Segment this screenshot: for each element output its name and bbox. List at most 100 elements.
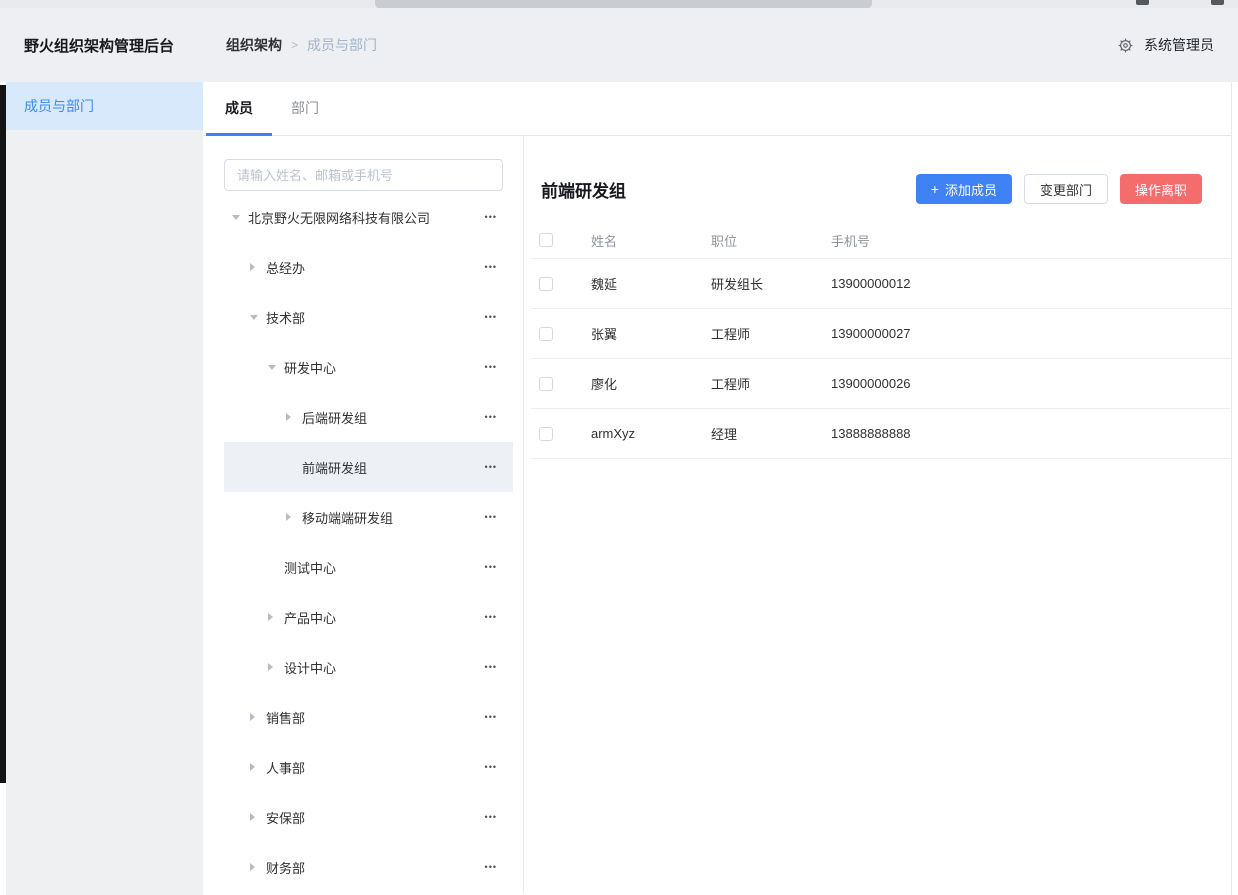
more-actions-icon[interactable]: ••• — [485, 212, 497, 222]
sidebar-item-members-departments[interactable]: 成员与部门 — [6, 82, 203, 130]
plus-icon: + — [931, 181, 939, 197]
cell-phone: 13888888888 — [831, 426, 1231, 441]
cell-title: 研发组长 — [711, 274, 831, 293]
more-actions-icon[interactable]: ••• — [485, 362, 497, 372]
row-checkbox[interactable] — [539, 377, 553, 391]
tree-node[interactable]: 后端研发组••• — [224, 392, 513, 442]
current-user-name[interactable]: 系统管理员 — [1144, 35, 1214, 55]
tree-node-label: 总经办 — [266, 258, 513, 277]
caret-right-icon[interactable] — [268, 613, 284, 621]
tree-node[interactable]: 产品中心••• — [224, 592, 513, 642]
more-actions-icon[interactable]: ••• — [485, 412, 497, 422]
tree-node[interactable]: 人事部••• — [224, 742, 513, 792]
dept-tree: 北京野火无限网络科技有限公司•••总经办•••技术部•••研发中心•••后端研发… — [224, 192, 513, 892]
more-actions-icon[interactable]: ••• — [485, 562, 497, 572]
caret-right-icon[interactable] — [250, 763, 266, 771]
tab-departments-label: 部门 — [291, 98, 319, 118]
cell-name: 魏延 — [591, 274, 711, 293]
tab-departments[interactable]: 部门 — [272, 82, 338, 136]
caret-right-icon[interactable] — [250, 813, 266, 821]
tree-node-label: 人事部 — [266, 758, 513, 777]
member-panel-header: 前端研发组 + 添加成员 变更部门 操作离职 — [524, 174, 1231, 204]
add-member-label: 添加成员 — [945, 180, 997, 199]
tree-node[interactable]: 总经办••• — [224, 242, 513, 292]
tree-node-label: 安保部 — [266, 808, 513, 827]
cell-title: 工程师 — [711, 374, 831, 393]
tree-node[interactable]: 销售部••• — [224, 692, 513, 742]
row-checkbox[interactable] — [539, 277, 553, 291]
tab-members[interactable]: 成员 — [206, 82, 272, 136]
more-actions-icon[interactable]: ••• — [485, 712, 497, 722]
caret-right-icon[interactable] — [286, 513, 302, 521]
search-input[interactable] — [224, 159, 503, 191]
more-actions-icon[interactable]: ••• — [485, 862, 497, 872]
row-checkbox[interactable] — [539, 327, 553, 341]
caret-right-icon[interactable] — [250, 713, 266, 721]
select-all-checkbox[interactable] — [539, 233, 553, 247]
caret-right-icon[interactable] — [268, 663, 284, 671]
caret-right-icon[interactable] — [286, 413, 302, 421]
browser-toolbar-icon[interactable] — [1211, 0, 1224, 5]
cell-phone: 13900000026 — [831, 376, 1231, 391]
tree-node-label: 移动端端研发组 — [302, 508, 513, 527]
cell-name: 廖化 — [591, 374, 711, 393]
more-actions-icon[interactable]: ••• — [485, 512, 497, 522]
more-actions-icon[interactable]: ••• — [485, 812, 497, 822]
gear-icon[interactable] — [1118, 38, 1133, 53]
app-header: 野火组织架构管理后台 组织架构 > 成员与部门 — [0, 8, 1238, 82]
caret-right-icon[interactable] — [250, 263, 266, 271]
action-buttons: + 添加成员 变更部门 操作离职 — [916, 174, 1202, 204]
tree-node[interactable]: 北京野火无限网络科技有限公司••• — [224, 192, 513, 242]
row-checkbox-cell — [531, 277, 591, 291]
sidebar: 成员与部门 — [6, 82, 203, 895]
breadcrumb-section[interactable]: 组织架构 — [226, 35, 282, 55]
tree-node[interactable]: 财务部••• — [224, 842, 513, 892]
caret-down-icon[interactable] — [250, 315, 266, 320]
tree-node[interactable]: 研发中心••• — [224, 342, 513, 392]
caret-down-icon[interactable] — [268, 365, 284, 370]
more-actions-icon[interactable]: ••• — [485, 262, 497, 272]
member-panel: 前端研发组 + 添加成员 变更部门 操作离职 — [523, 136, 1231, 894]
add-member-button[interactable]: + 添加成员 — [916, 174, 1012, 204]
browser-toolbar-icon[interactable] — [1136, 0, 1149, 5]
more-actions-icon[interactable]: ••• — [485, 612, 497, 622]
tree-node[interactable]: 技术部••• — [224, 292, 513, 342]
tabbar: 成员 部门 — [203, 82, 1231, 136]
tree-node[interactable]: 移动端端研发组••• — [224, 492, 513, 542]
main-area: 成员 部门 北京野火无限网络科技有限公司•••总经办•••技术部•••研发中心•… — [203, 82, 1232, 895]
user-area[interactable]: 系统管理员 — [1118, 35, 1214, 55]
more-actions-icon[interactable]: ••• — [485, 312, 497, 322]
table-row: 张翼工程师13900000027 — [531, 309, 1231, 359]
cell-phone: 13900000027 — [831, 326, 1231, 341]
tree-node-label: 测试中心 — [284, 558, 513, 577]
member-table: 姓名 职位 手机号 魏延研发组长13900000012张翼工程师13900000… — [531, 222, 1231, 459]
tree-node[interactable]: 设计中心••• — [224, 642, 513, 692]
more-actions-icon[interactable]: ••• — [485, 662, 497, 672]
more-actions-icon[interactable]: ••• — [485, 762, 497, 772]
tree-node-label: 财务部 — [266, 858, 513, 877]
header-checkbox-cell — [531, 233, 591, 247]
change-department-button[interactable]: 变更部门 — [1024, 174, 1108, 204]
caret-down-icon[interactable] — [232, 215, 248, 220]
breadcrumb-current: 成员与部门 — [307, 35, 377, 55]
cell-name: armXyz — [591, 426, 711, 441]
more-actions-icon[interactable]: ••• — [485, 462, 497, 472]
tree-node[interactable]: 前端研发组••• — [224, 442, 513, 492]
app-title: 野火组织架构管理后台 — [24, 35, 226, 56]
table-row: armXyz经理13888888888 — [531, 409, 1231, 459]
tree-node-label: 研发中心 — [284, 358, 513, 377]
selected-dept-title: 前端研发组 — [541, 177, 626, 202]
tree-node-label: 技术部 — [266, 308, 513, 327]
tree-node-label: 设计中心 — [284, 658, 513, 677]
cell-name: 张翼 — [591, 324, 711, 343]
resign-button[interactable]: 操作离职 — [1120, 174, 1202, 204]
content: 北京野火无限网络科技有限公司•••总经办•••技术部•••研发中心•••后端研发… — [203, 136, 1231, 894]
tree-node[interactable]: 安保部••• — [224, 792, 513, 842]
caret-right-icon[interactable] — [250, 863, 266, 871]
tree-node[interactable]: 测试中心••• — [224, 542, 513, 592]
table-body: 魏延研发组长13900000012张翼工程师13900000027廖化工程师13… — [531, 259, 1231, 459]
table-row: 魏延研发组长13900000012 — [531, 259, 1231, 309]
row-checkbox[interactable] — [539, 427, 553, 441]
tree-node-label: 产品中心 — [284, 608, 513, 627]
tab-members-label: 成员 — [225, 98, 253, 118]
